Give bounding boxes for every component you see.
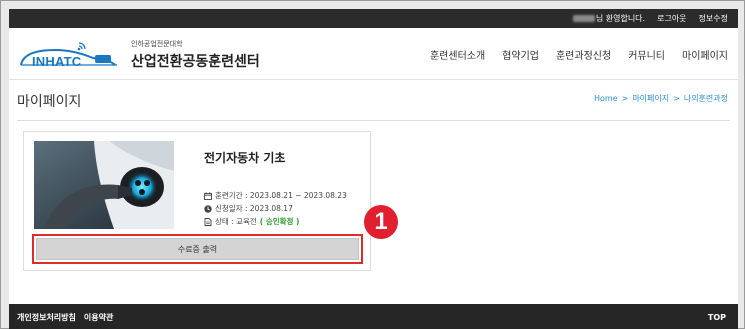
page: 님 환영합니다. 로그아웃 정보수정 INHATC 인하공업전문대학 산업전환공… [9, 9, 738, 329]
terms-link[interactable]: 이용약관 [84, 312, 113, 323]
breadcrumb-my-courses[interactable]: 나의훈련과정 [684, 94, 728, 103]
course-thumbnail [34, 141, 174, 229]
divider [17, 120, 730, 121]
breadcrumb: Home > 마이페이지 > 나의훈련과정 [594, 93, 728, 104]
certificate-highlight-box: 수료증 출력 [32, 234, 363, 264]
welcome-message: 님 환영합니다. [572, 13, 645, 24]
breadcrumb-separator: > [673, 94, 680, 103]
logo-title: 산업전환공동훈련센터 [131, 54, 260, 70]
document-icon [204, 217, 212, 226]
course-status-value: ( 승인확정 ) [259, 217, 300, 226]
course-apply-date: 신청일자 : 2023.08.17 [204, 203, 293, 214]
nav-item-mypage[interactable]: 마이페이지 [682, 47, 728, 62]
username-redacted [572, 15, 595, 22]
site-footer: 개인정보처리방침 이용약관 TOP [9, 304, 738, 329]
logout-link[interactable]: 로그아웃 [657, 13, 686, 24]
course-title: 전기자동차 기초 [204, 151, 286, 165]
course-apply-date-text: 신청일자 : 2023.08.17 [215, 204, 293, 213]
nav-item-course-apply[interactable]: 훈련과정신청 [556, 47, 611, 62]
site-header: INHATC 인하공업전문대학 산업전환공동훈련센터 훈련센터소개 협약기업 훈… [9, 28, 738, 80]
calendar-icon [204, 191, 212, 200]
screenshot-frame: 님 환영합니다. 로그아웃 정보수정 INHATC 인하공업전문대학 산업전환공… [0, 0, 745, 329]
utility-bar: 님 환영합니다. 로그아웃 정보수정 [9, 9, 738, 28]
clock-icon [204, 204, 212, 213]
step-number-badge: 1 [364, 205, 398, 239]
nav-item-center-intro[interactable]: 훈련센터소개 [430, 47, 485, 62]
course-card: 전기자동차 기초 훈련기간 : 2023.08.21 ~ 2023.08.23 … [23, 131, 371, 271]
edit-info-link[interactable]: 정보수정 [699, 13, 728, 24]
course-status: 상태 : 교육전 ( 승인확정 ) [204, 216, 299, 227]
page-title: 마이페이지 [17, 94, 82, 110]
logo-subtitle: 인하공업전문대학 [131, 40, 183, 48]
site-logo[interactable]: INHATC 인하공업전문대학 산업전환공동훈련센터 [19, 35, 269, 75]
course-period-text: 훈련기간 : 2023.08.21 ~ 2023.08.23 [215, 191, 347, 200]
scroll-top-button[interactable]: TOP [708, 304, 726, 329]
nav-item-community[interactable]: 커뮤니티 [628, 47, 665, 62]
breadcrumb-home[interactable]: Home [594, 94, 618, 103]
course-status-label: 상태 : 교육전 [215, 217, 257, 226]
logo-text: INHATC [32, 54, 82, 69]
main-nav: 훈련센터소개 협약기업 훈련과정신청 커뮤니티 마이페이지 [430, 28, 728, 80]
print-certificate-button[interactable]: 수료증 출력 [36, 238, 359, 260]
breadcrumb-mypage[interactable]: 마이페이지 [632, 94, 669, 103]
nav-item-partners[interactable]: 협약기업 [502, 47, 539, 62]
course-period: 훈련기간 : 2023.08.21 ~ 2023.08.23 [204, 190, 347, 201]
privacy-policy-link[interactable]: 개인정보처리방침 [17, 312, 76, 323]
breadcrumb-separator: > [621, 94, 629, 103]
